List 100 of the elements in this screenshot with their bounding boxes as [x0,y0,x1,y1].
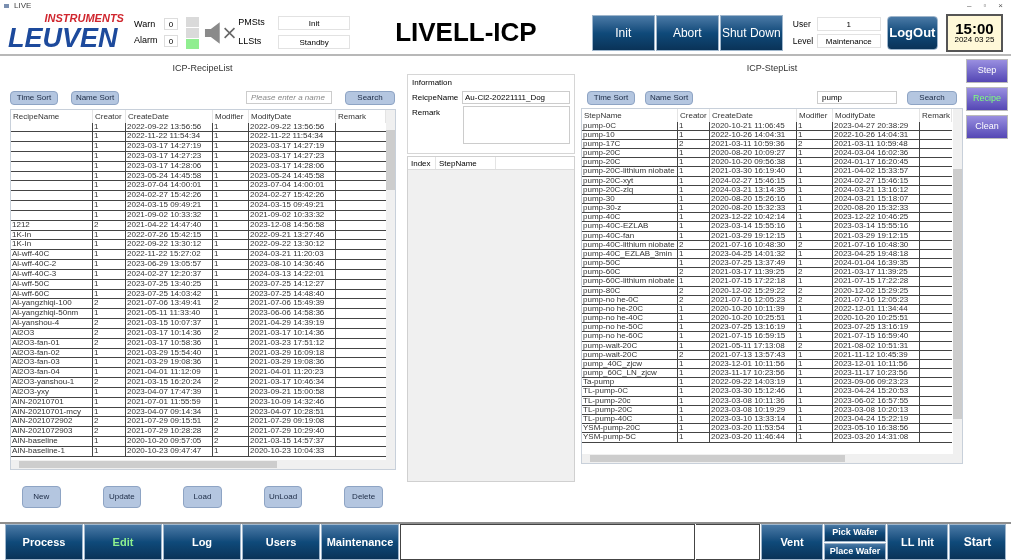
table-cell-text: 1 [93,152,100,161]
column-header[interactable]: Remark [920,108,952,122]
column-header[interactable]: Modifier [213,109,249,123]
action-button[interactable]: Abort [655,14,719,51]
table-cell-text: 1 [93,132,100,142]
sort-button[interactable]: Time Sort [10,90,58,105]
table-cell-text: 1 [213,338,220,348]
table-cell-text: 1 [93,279,100,289]
nav-tab[interactable]: Process [5,524,83,560]
table-cell-text: 2021-03-17 11:39:25 [710,268,786,277]
action-button[interactable]: New [22,485,61,508]
column-header[interactable]: RecipeName [11,109,93,123]
table-cell-text: 1 [797,424,804,433]
table-cell-text: 1 [678,158,685,167]
scrollbar[interactable] [386,109,395,460]
wafer-button[interactable]: Place Wafer [824,542,886,560]
table-cell-text: 2024-03-04 16:02:36 [833,149,910,158]
nav-tab[interactable]: Log [163,524,241,560]
table-cell-text: 2020-08-20 10:09:27 [710,149,787,158]
table-cell-text: Al-yangzhiqi-100 [11,299,73,309]
vent-button[interactable]: Vent [761,524,823,560]
step-table[interactable]: Index StepName [407,156,575,482]
table-cell-text: 2021-09-02 10:33:32 [126,210,203,220]
column-header[interactable]: CreateDate [126,109,213,123]
column-header[interactable]: StepName [582,108,678,122]
action-button[interactable]: Init [591,14,655,51]
table-cell-text: 2021-03-30 16:19:40 [710,167,787,176]
wafer-button[interactable]: Pick Wafer [824,524,886,542]
sort-button[interactable]: Time Sort [587,90,635,105]
start-button[interactable]: Start [949,524,1006,560]
column-header[interactable]: Modifier [797,108,833,122]
column-header[interactable]: Creator [678,108,710,122]
table-cell-text: YSM-pump-5C [582,433,637,442]
action-button[interactable]: Delete [344,485,383,508]
horizontal-scrollbar[interactable] [11,459,395,469]
table-cell-text: 2023-07-25 14:03:42 [126,289,203,299]
column-header[interactable]: ModifyDate [249,109,336,123]
table-cell-text: 2024-03-21 13:14:35 [710,185,787,194]
horizontal-scrollbar[interactable] [582,453,962,463]
table-cell-text: 1 [213,348,220,358]
table-cell-text: 1 [797,277,804,286]
table-cell-text: 1 [797,176,804,185]
side-tab[interactable]: Step [966,59,1008,83]
table-cell-text: 2021-07-16 12:05:23 [710,295,787,304]
sort-button[interactable]: Name Sort [645,90,693,105]
column-header[interactable]: ModifyDate [833,108,920,122]
table-cell-text: 2023-03-20 11:46:44 [710,433,786,442]
side-tab[interactable]: Clean [966,115,1008,139]
table-cell-text: 2021-04-01 11:20:23 [249,368,325,378]
table-cell-text: 1 [213,358,220,368]
table-cell-text: 1 [678,378,685,387]
column-header[interactable]: Index [408,157,436,169]
search-button[interactable]: Search [907,90,957,105]
column-header[interactable]: Creator [93,109,126,123]
table-cell-text: 2021-04-02 15:33:57 [833,167,910,176]
window-control[interactable]: × [998,1,1003,10]
table-cell-text: YSM-pump-20C [582,424,642,433]
logout-button[interactable]: LogOut [886,15,938,50]
nav-tab[interactable]: Edit [84,524,162,560]
window-title: LIVE [14,1,32,10]
search-field[interactable]: pump [817,91,897,104]
window-control[interactable]: – [967,1,972,10]
table-cell-text: 2023-06-06 14:58:36 [249,309,326,319]
action-button[interactable]: Shut Down [719,14,783,51]
table-cell-text: Al2O3-fan-02 [11,348,61,358]
table-cell-text: 2023-03-08 10:11:36 [710,396,786,405]
table-cell-text: 1 [93,191,100,201]
input-field[interactable]: Au-Cl2-20221111_Dog [462,91,570,104]
table-cell-text: Al2O3-fan-01 [11,338,61,348]
table-cell-text: 2 [678,268,685,277]
search-button[interactable]: Search [345,90,395,105]
remark-field[interactable] [463,106,570,144]
column-header[interactable]: StepName [436,157,496,169]
data-table[interactable] [10,108,396,470]
action-button[interactable]: UnLoad [263,485,303,508]
action-button[interactable]: Update [102,485,142,508]
table-cell-text: 2023-07-25 13:40:25 [126,279,203,289]
table-cell-text: pump-20C [582,158,622,167]
table-cell-text: 2023-10-09 14:32:46 [249,397,326,407]
status-value: Init [278,16,351,30]
table-cell-text: 2023-04-24 15:20:53 [833,387,910,396]
table-cell-text: 2023-04-25 19:48:18 [833,249,910,259]
table-cell-text: 2020-10-21 11:06:45 [710,121,786,130]
sort-button[interactable]: Name Sort [71,90,119,105]
column-header[interactable]: CreateDate [710,108,797,122]
table-cell-text: pump-20C [582,149,622,158]
table-cell-text: AIN-20210701-mcy [11,407,82,417]
data-table[interactable] [581,107,963,464]
scrollbar[interactable] [953,108,962,454]
ll-init-button[interactable]: LL Init [887,524,948,560]
search-field[interactable]: Please enter a name [246,91,332,104]
logo-subtitle: INSTRUMENTS [44,13,125,24]
table-cell-text: 2 [213,437,220,446]
table-cell-text: 1 [797,415,804,424]
window-control[interactable]: ▫ [983,1,987,10]
nav-tab[interactable]: Maintenance [321,524,399,560]
action-button[interactable]: Load [183,485,222,508]
nav-tab[interactable]: Users [242,524,320,560]
table-cell-text: 2021-04-22 14:47:40 [126,220,203,230]
table-cell-text: 1 [797,396,804,405]
